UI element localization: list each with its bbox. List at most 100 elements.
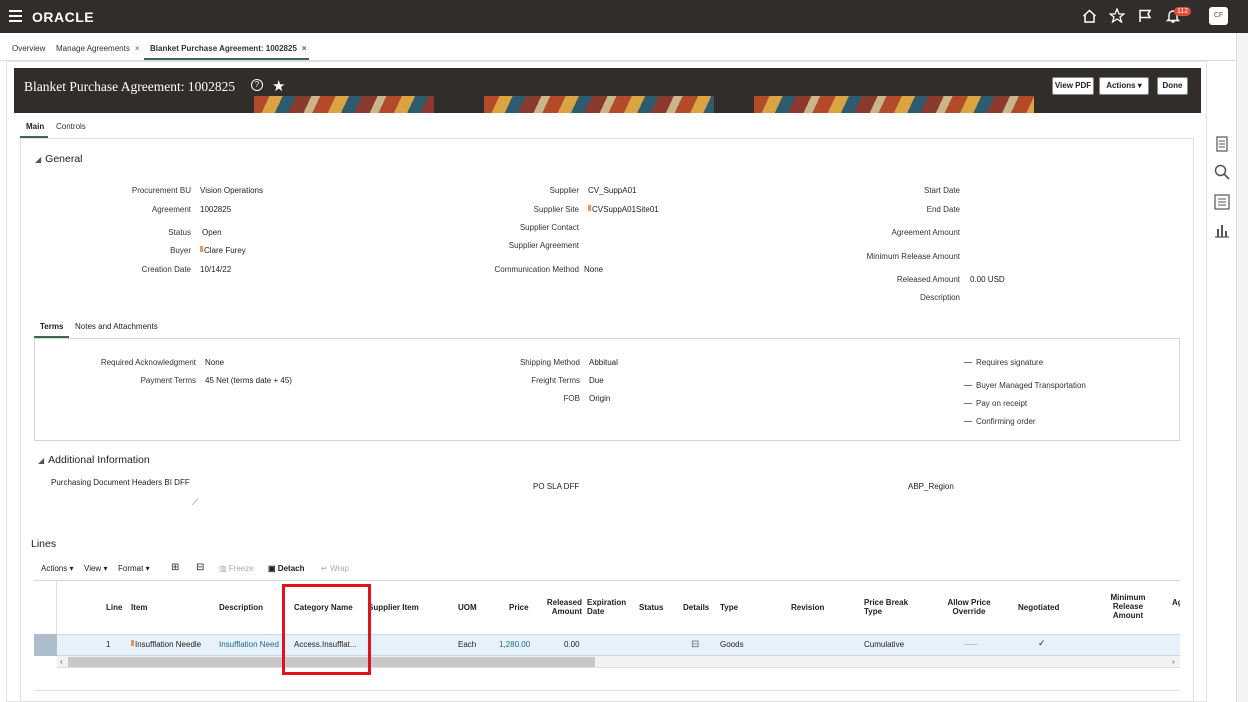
divider [34,690,1180,691]
col-truncated[interactable]: Ag [1172,598,1180,607]
checkbox-label: Confirming order [976,417,1036,426]
cell-released-amount: 0.00 [564,640,580,649]
oracle-logo: ORACLE [32,9,95,25]
lines-view-menu[interactable]: View ▾ [84,564,107,573]
page-scrollbar[interactable] [1236,33,1248,702]
po-sla-dff-label: PO SLA DFF [533,482,580,491]
collapse-triangle-icon[interactable]: ◢ [38,456,44,465]
detach-icon: ▣ [268,564,276,573]
tab-notes-and-attachments[interactable]: Notes and Attachments [75,322,158,331]
document-icon[interactable] [1213,135,1231,153]
freight-terms-label: Freight Terms [531,376,580,385]
item-name: Insufflation Needle [135,640,202,649]
page-title: Blanket Purchase Agreement: 1002825 [24,79,236,94]
button-label: Detach [277,564,305,573]
active-tab-indicator [144,58,309,60]
list-icon[interactable] [1213,193,1231,211]
buyer-value[interactable]: Clare Furey [200,246,246,255]
subtab-main[interactable]: Main [26,122,44,131]
col-minimum-release-amount[interactable]: Minimum Release Amount [1104,593,1152,620]
supplier-label: Supplier [549,186,579,195]
favorites-star-icon[interactable] [1109,8,1125,23]
col-description[interactable]: Description [219,603,263,612]
help-icon[interactable]: ? [251,79,263,91]
actions-label: Actions [1106,81,1136,90]
col-line[interactable]: Line [106,603,122,612]
favorite-star-icon[interactable]: ★ [272,77,285,95]
tab-blanket-purchase-agreement[interactable]: Blanket Purchase Agreement: 1002825 × [150,44,307,53]
col-released-amount[interactable]: Released Amount [540,598,582,616]
section-title: Additional Information [48,454,150,466]
col-negotiated[interactable]: Negotiated [1018,603,1059,612]
query-by-example-icon[interactable]: ⊞ [171,562,179,573]
wrap-button[interactable]: ↵ Wrap [321,564,349,573]
confirming-order-checkbox[interactable]: Confirming order [964,417,1036,426]
collapse-triangle-icon[interactable]: ◢ [35,155,41,164]
chevron-down-icon: ▾ [145,564,150,573]
freeze-button[interactable]: ▥ Freeze [219,564,254,573]
detach-button[interactable]: ▣ Detach [268,564,304,573]
close-icon[interactable]: × [302,44,307,53]
fob-label: FOB [563,394,580,403]
subtab-controls[interactable]: Controls [56,122,86,131]
buyer-name: Clare Furey [204,246,246,255]
agreement-value: 1002825 [200,205,232,214]
lines-actions-menu[interactable]: Actions ▾ [41,564,73,573]
user-avatar[interactable]: CF [1209,7,1228,25]
home-icon[interactable] [1082,9,1097,23]
pay-on-receipt-checkbox[interactable]: Pay on receipt [964,399,1027,408]
col-type[interactable]: Type [720,603,738,612]
unchecked-dash-icon [964,421,972,423]
chevron-down-icon: ▾ [69,564,74,573]
buyer-managed-transportation-checkbox[interactable]: Buyer Managed Transportation [964,381,1086,390]
view-pdf-button[interactable]: View PDF [1052,77,1094,95]
banner-art [754,96,1034,113]
scroll-right-icon[interactable]: › [1172,657,1175,666]
flag-icon[interactable] [1138,9,1152,23]
details-icon[interactable]: ⊟ [691,639,699,650]
col-item[interactable]: Item [131,603,147,612]
button-label: Freeze [228,564,254,573]
tab-manage-agreements[interactable]: Manage Agreements × [56,44,140,53]
col-uom[interactable]: UOM [458,603,477,612]
button-label: Wrap [329,564,349,573]
tab-overview[interactable]: Overview [12,44,45,53]
col-supplier-item[interactable]: Supplier Item [368,603,419,612]
col-status[interactable]: Status [639,603,663,612]
scroll-left-icon[interactable]: ‹ [60,657,63,666]
tab-label: Manage Agreements [56,44,130,53]
cell-price-link[interactable]: 1,280.00 [499,640,530,649]
supplier-value: CV_SuppA01 [588,186,637,195]
tab-terms[interactable]: Terms [40,322,63,331]
search-icon[interactable] [1213,163,1231,181]
minimum-release-amount-label: Minimum Release Amount [866,252,960,261]
requires-signature-checkbox[interactable]: Requires signature [964,358,1043,367]
col-price[interactable]: Price [509,603,529,612]
cell-uom: Each [458,640,477,649]
cell-description-link[interactable]: Insufflation Need [219,640,280,649]
supplier-site-value[interactable]: CVSuppA01Site01 [588,205,659,214]
menu-icon[interactable] [9,10,22,22]
col-allow-price-override[interactable]: Allow Price Override [942,598,996,616]
col-price-break-type[interactable]: Price Break Type [864,598,916,616]
general-section-header[interactable]: ◢ General [35,153,83,165]
lines-format-menu[interactable]: Format ▾ [118,564,150,573]
supplier-agreement-label: Supplier Agreement [508,241,579,250]
row-selector[interactable] [34,634,57,656]
done-button[interactable]: Done [1157,77,1188,95]
col-revision[interactable]: Revision [791,603,824,612]
cell-item[interactable]: Insufflation Needle [131,640,201,649]
banner-art [484,96,714,113]
close-icon[interactable]: × [135,44,140,53]
resize-handle-icon[interactable]: ⟋ [192,497,202,507]
end-date-label: End Date [926,205,960,214]
analytics-chart-icon[interactable] [1213,221,1231,239]
fob-value: Origin [589,394,611,403]
col-expiration-date[interactable]: Expiration Date [587,598,631,616]
allow-price-override-checkbox[interactable]: ___ [964,636,977,645]
col-details[interactable]: Details [683,603,709,612]
additional-information-header[interactable]: ◢ Additional Information [38,454,150,466]
export-icon[interactable]: ⊟ [196,562,204,573]
supplier-site-name: CVSuppA01Site01 [592,205,659,214]
actions-button[interactable]: Actions ▾ [1099,77,1149,95]
